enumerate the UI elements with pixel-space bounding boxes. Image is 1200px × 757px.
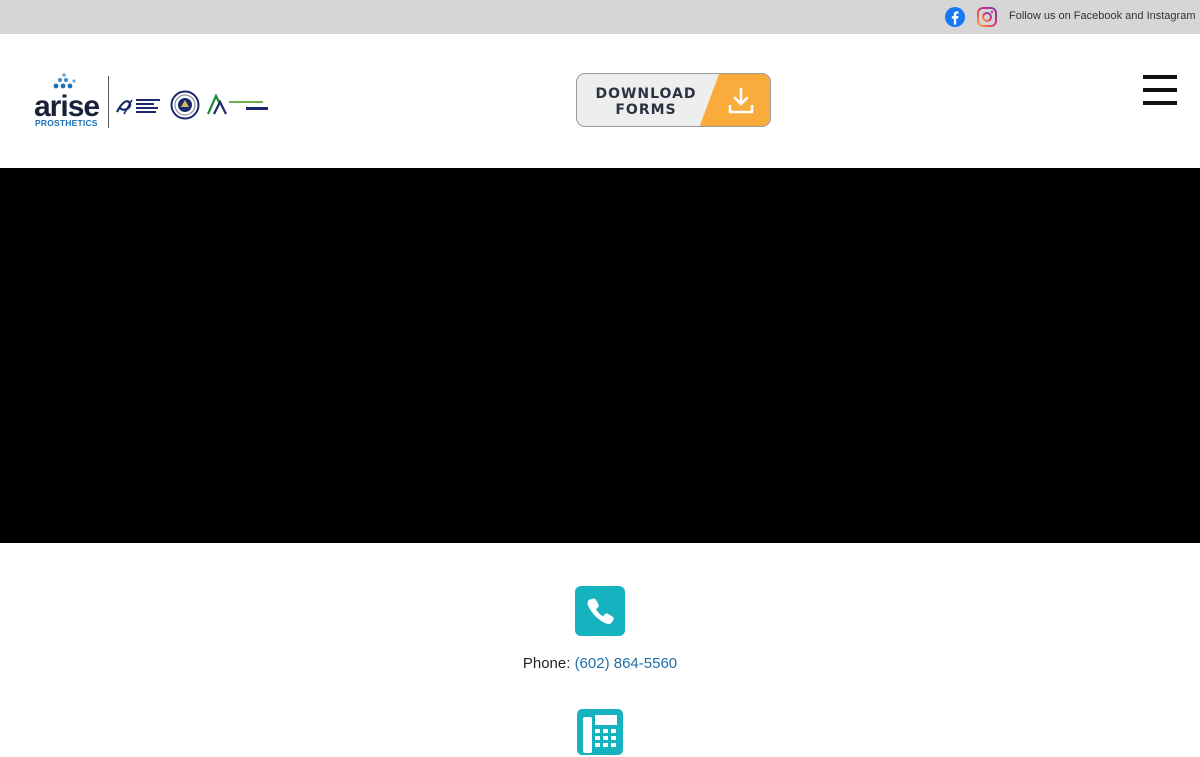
instagram-icon[interactable] — [976, 6, 998, 28]
download-line1: DOWNLOAD — [595, 86, 697, 102]
top-bar: Follow us on Facebook and Instagram — [0, 0, 1200, 34]
hero-video[interactable] — [0, 168, 1200, 543]
download-forms-button[interactable]: DOWNLOAD FORMS — [576, 73, 771, 127]
logo-divider — [108, 76, 109, 128]
site-header: arise PROSTHETICS DOWNLOAD FORMS — [0, 34, 1200, 168]
download-line2: FORMS — [615, 102, 677, 118]
hamburger-bar — [1143, 101, 1177, 105]
site-logo[interactable]: arise PROSTHETICS — [34, 72, 274, 132]
seal-logo — [170, 90, 200, 120]
follow-us-text[interactable]: Follow us on Facebook and Instagram — [1009, 10, 1196, 22]
phone-line: Phone: (602) 864-5560 — [0, 655, 1200, 672]
phone-icon — [575, 586, 625, 636]
contact-section: Phone: (602) 864-5560 — [0, 543, 1200, 755]
hamburger-bar — [1143, 88, 1177, 92]
facebook-icon[interactable] — [944, 6, 966, 28]
phone-number-link[interactable]: (602) 864-5560 — [575, 655, 678, 672]
hamburger-icon[interactable] — [1143, 75, 1177, 105]
hamburger-bar — [1143, 75, 1177, 79]
logo-sub-text: PROSTHETICS — [35, 118, 98, 128]
phone-label: Phone: — [522, 655, 571, 672]
academy-aaop-logo — [206, 93, 268, 115]
download-icon — [728, 87, 754, 114]
aopa-logo — [116, 99, 160, 115]
download-forms-label: DOWNLOAD FORMS — [591, 86, 701, 118]
logo-brand-text: arise — [34, 90, 100, 123]
